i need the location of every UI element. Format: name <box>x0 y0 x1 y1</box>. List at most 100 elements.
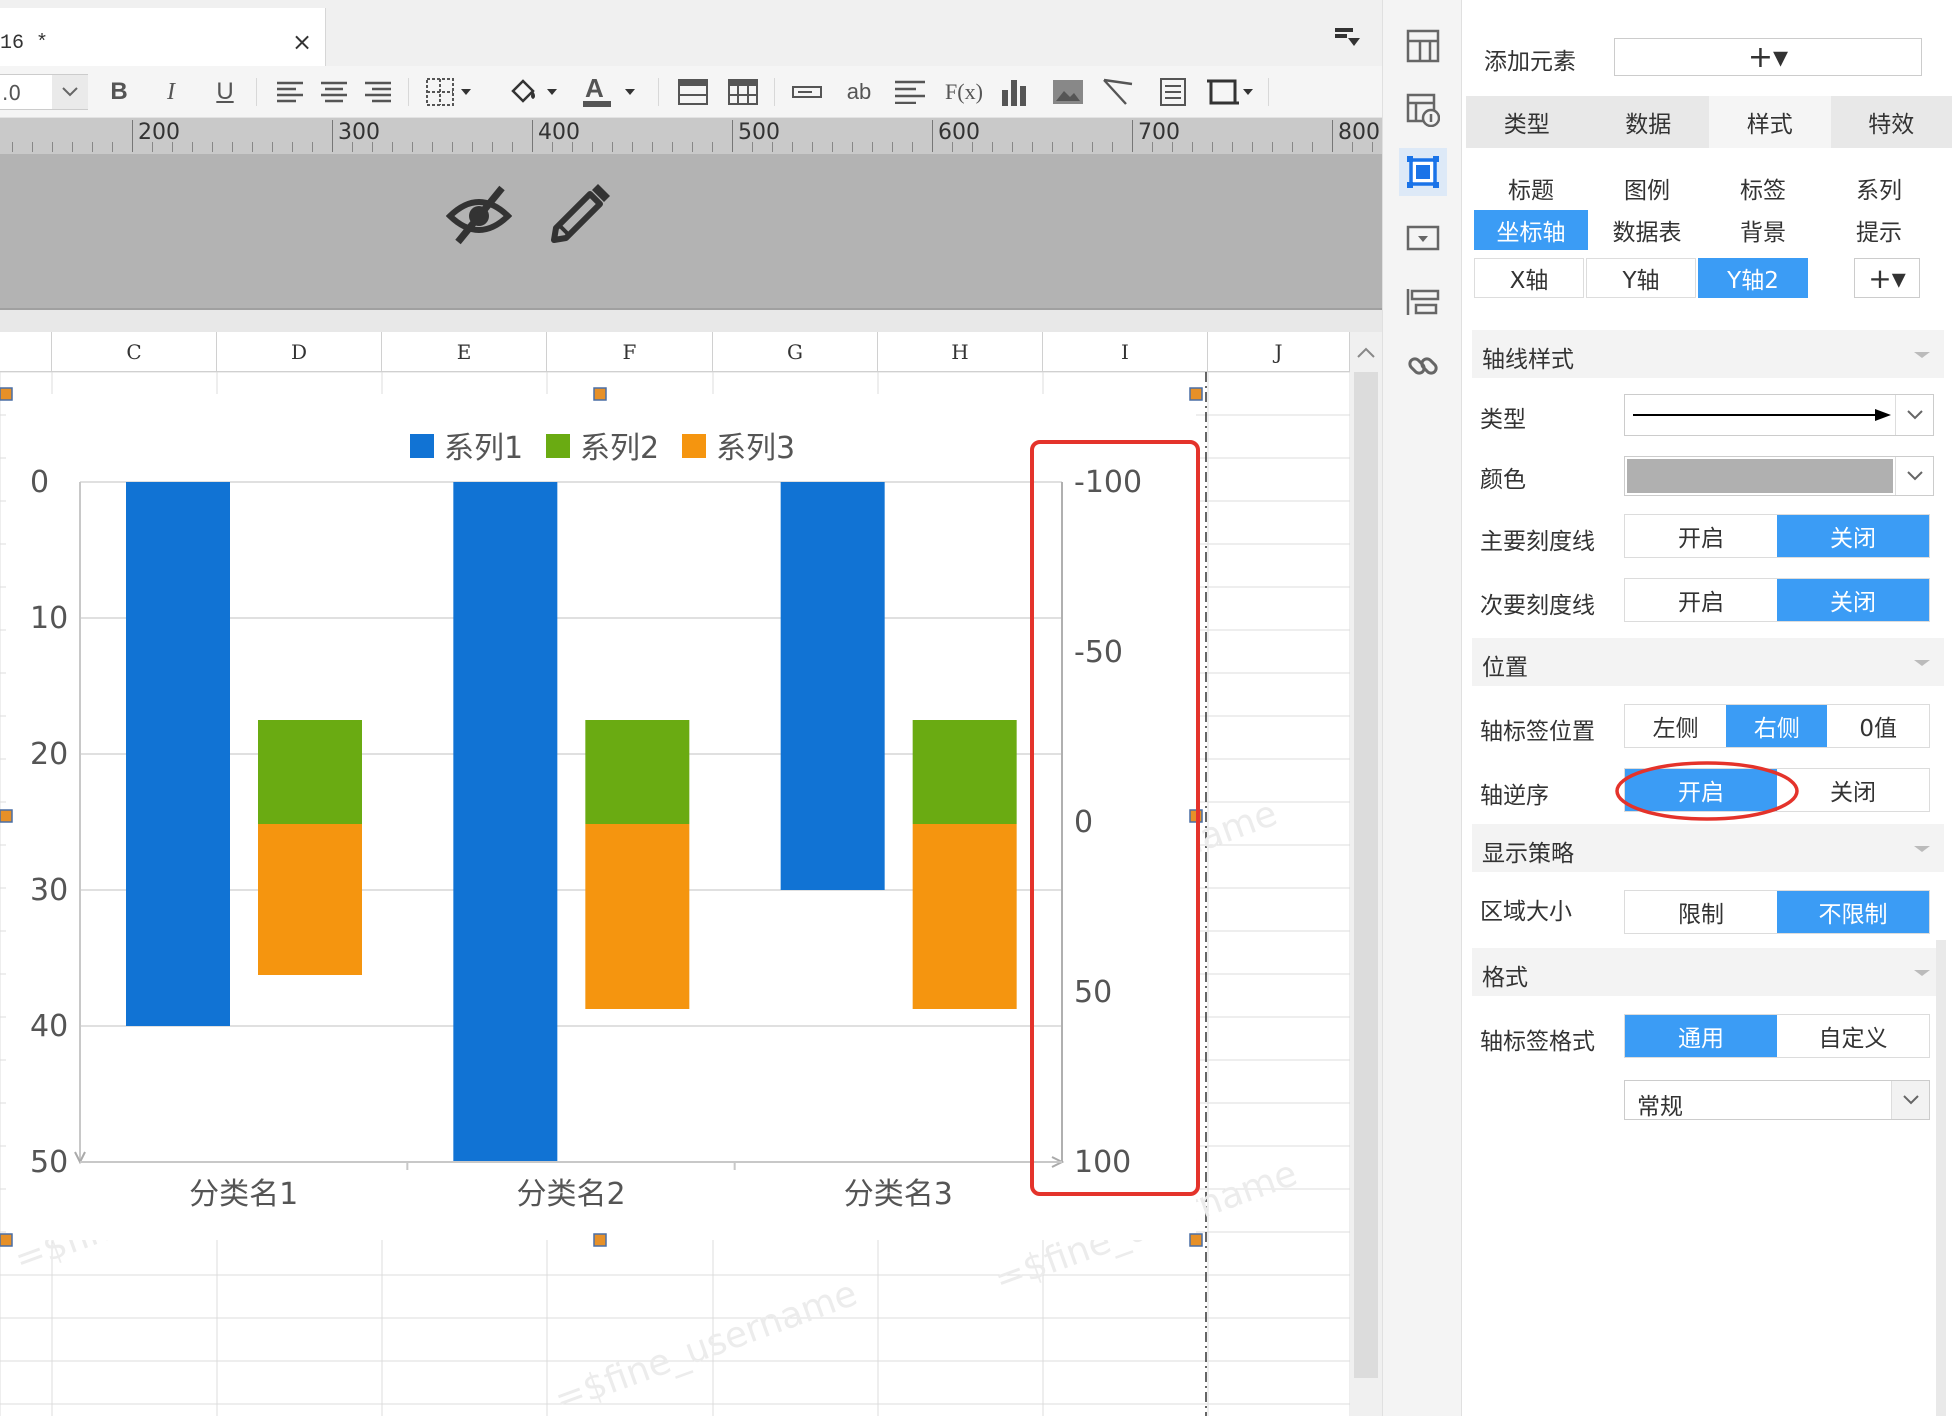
toolbar-divider <box>658 78 659 106</box>
caret-down-icon[interactable] <box>1910 342 1934 366</box>
label-position-right[interactable]: 右侧 <box>1726 705 1828 747</box>
chevron-down-icon[interactable] <box>52 75 88 109</box>
axis-tab-y[interactable]: Y轴 <box>1586 258 1696 298</box>
chevron-down-icon[interactable] <box>1895 395 1933 435</box>
eye-slash-icon[interactable] <box>446 182 512 248</box>
italic-button[interactable]: I <box>158 76 184 108</box>
column-header-h[interactable]: H <box>878 332 1043 372</box>
float-element-icon[interactable] <box>1156 76 1190 108</box>
border-icon[interactable] <box>424 76 476 108</box>
caret-down-icon[interactable] <box>1910 960 1934 984</box>
fill-color-icon[interactable] <box>506 76 562 108</box>
major-tick-on[interactable]: 开启 <box>1625 515 1777 557</box>
major-tick-off[interactable]: 关闭 <box>1777 515 1929 557</box>
resize-handle <box>1189 1233 1203 1247</box>
section-position[interactable]: 位置 <box>1472 638 1944 686</box>
tab-type[interactable]: 类型 <box>1466 96 1588 148</box>
formula-button[interactable]: F(x) <box>944 76 984 108</box>
vertical-scrollbar[interactable] <box>1350 332 1382 1416</box>
axis-color-select[interactable] <box>1624 456 1934 496</box>
panel-scrollbar[interactable] <box>1936 940 1946 1416</box>
minor-tick-off[interactable]: 关闭 <box>1777 579 1929 621</box>
axis-tab-y2[interactable]: Y轴2 <box>1698 258 1808 298</box>
section-display-strategy[interactable]: 显示策略 <box>1472 824 1944 872</box>
layer-icon[interactable] <box>1399 278 1447 326</box>
ruler-minor-tick <box>1172 142 1173 152</box>
area-size-unlimited[interactable]: 不限制 <box>1777 891 1929 933</box>
chart-icon[interactable] <box>998 76 1032 108</box>
minor-tick-on[interactable]: 开启 <box>1625 579 1777 621</box>
style-tab-datasheet[interactable]: 数据表 <box>1590 210 1704 250</box>
chevron-up-icon[interactable] <box>1350 340 1382 364</box>
style-tab-series[interactable]: 系列 <box>1822 168 1936 208</box>
align-left-icon[interactable] <box>274 76 306 108</box>
section-format[interactable]: 格式 <box>1472 948 1944 996</box>
align-center-icon[interactable] <box>318 76 350 108</box>
ruler-minor-tick <box>1272 142 1273 152</box>
align-right-icon[interactable] <box>362 76 394 108</box>
text-tool-button[interactable]: ab <box>842 76 876 108</box>
x-tick-label: 分类名3 <box>844 1177 953 1212</box>
underline-button[interactable]: U <box>212 76 238 108</box>
area-size-limit[interactable]: 限制 <box>1625 891 1777 933</box>
paragraph-icon[interactable] <box>892 76 928 108</box>
bold-button[interactable]: B <box>106 76 132 108</box>
axis-line-type-select[interactable] <box>1624 394 1934 436</box>
column-header-c[interactable]: C <box>52 332 217 372</box>
column-header-partial[interactable] <box>0 332 52 372</box>
style-tab-title[interactable]: 标题 <box>1474 168 1588 208</box>
caret-down-icon[interactable] <box>1910 836 1934 860</box>
column-header-j[interactable]: J <box>1208 332 1350 372</box>
format-select-value: 常规 <box>1637 1094 1683 1120</box>
chart-attribute-icon[interactable] <box>1399 148 1447 196</box>
scrollbar-thumb[interactable] <box>1354 372 1378 1378</box>
ruler-minor-tick <box>612 142 613 152</box>
size-frame-icon[interactable] <box>1206 76 1256 108</box>
caret-down-icon[interactable] <box>1910 650 1934 674</box>
text-field-icon[interactable] <box>790 76 824 108</box>
pencil-icon[interactable] <box>546 182 612 248</box>
merge-cells-icon[interactable] <box>676 76 710 108</box>
column-header-i[interactable]: I <box>1043 332 1208 372</box>
style-tab-tooltip[interactable]: 提示 <box>1822 210 1936 250</box>
chevron-down-icon[interactable] <box>1895 457 1933 495</box>
font-color-icon[interactable]: A <box>580 75 642 108</box>
format-select[interactable]: 常规 <box>1624 1080 1930 1120</box>
add-element-button[interactable]: +▾ <box>1614 38 1922 76</box>
slash-icon[interactable] <box>1100 76 1140 108</box>
label-position-left[interactable]: 左侧 <box>1625 705 1726 747</box>
cell-element-icon[interactable] <box>1399 86 1447 134</box>
axis-tab-x[interactable]: X轴 <box>1474 258 1584 298</box>
close-icon[interactable]: × <box>292 30 312 54</box>
ruler-minor-tick <box>452 142 453 152</box>
chevron-down-icon[interactable] <box>1891 1081 1929 1119</box>
ruler-minor-tick <box>552 142 553 152</box>
add-axis-button[interactable]: +▾ <box>1854 258 1920 298</box>
tab-menu-icon[interactable] <box>1334 26 1360 50</box>
split-cells-icon[interactable] <box>726 76 760 108</box>
style-tab-label[interactable]: 标签 <box>1706 168 1820 208</box>
style-tab-axis[interactable]: 坐标轴 <box>1474 210 1588 250</box>
style-tab-legend[interactable]: 图例 <box>1590 168 1704 208</box>
cell-attribute-icon[interactable] <box>1399 22 1447 70</box>
column-header-g[interactable]: G <box>713 332 878 372</box>
tab-style[interactable]: 样式 <box>1709 96 1831 148</box>
report-tab[interactable]: 16 * × <box>0 8 326 66</box>
chart-canvas[interactable]: =$fine_username=$fine_username=$fine_use… <box>0 372 1350 1416</box>
column-header-f[interactable]: F <box>547 332 713 372</box>
tab-data[interactable]: 数据 <box>1588 96 1710 148</box>
tab-effect[interactable]: 特效 <box>1831 96 1952 148</box>
font-size-select[interactable]: .0 <box>0 74 88 110</box>
link-icon[interactable] <box>1399 342 1447 390</box>
label-format-general[interactable]: 通用 <box>1625 1015 1777 1057</box>
label-position-zero[interactable]: 0值 <box>1827 705 1929 747</box>
resize-handle <box>0 809 13 823</box>
image-icon[interactable] <box>1050 76 1086 108</box>
style-tab-background[interactable]: 背景 <box>1706 210 1820 250</box>
column-header-d[interactable]: D <box>217 332 382 372</box>
widget-icon[interactable] <box>1399 214 1447 262</box>
column-header-e[interactable]: E <box>382 332 547 372</box>
section-axis-style[interactable]: 轴线样式 <box>1472 330 1944 378</box>
label-format-custom[interactable]: 自定义 <box>1777 1015 1929 1057</box>
tab-title: 16 * <box>0 32 49 55</box>
